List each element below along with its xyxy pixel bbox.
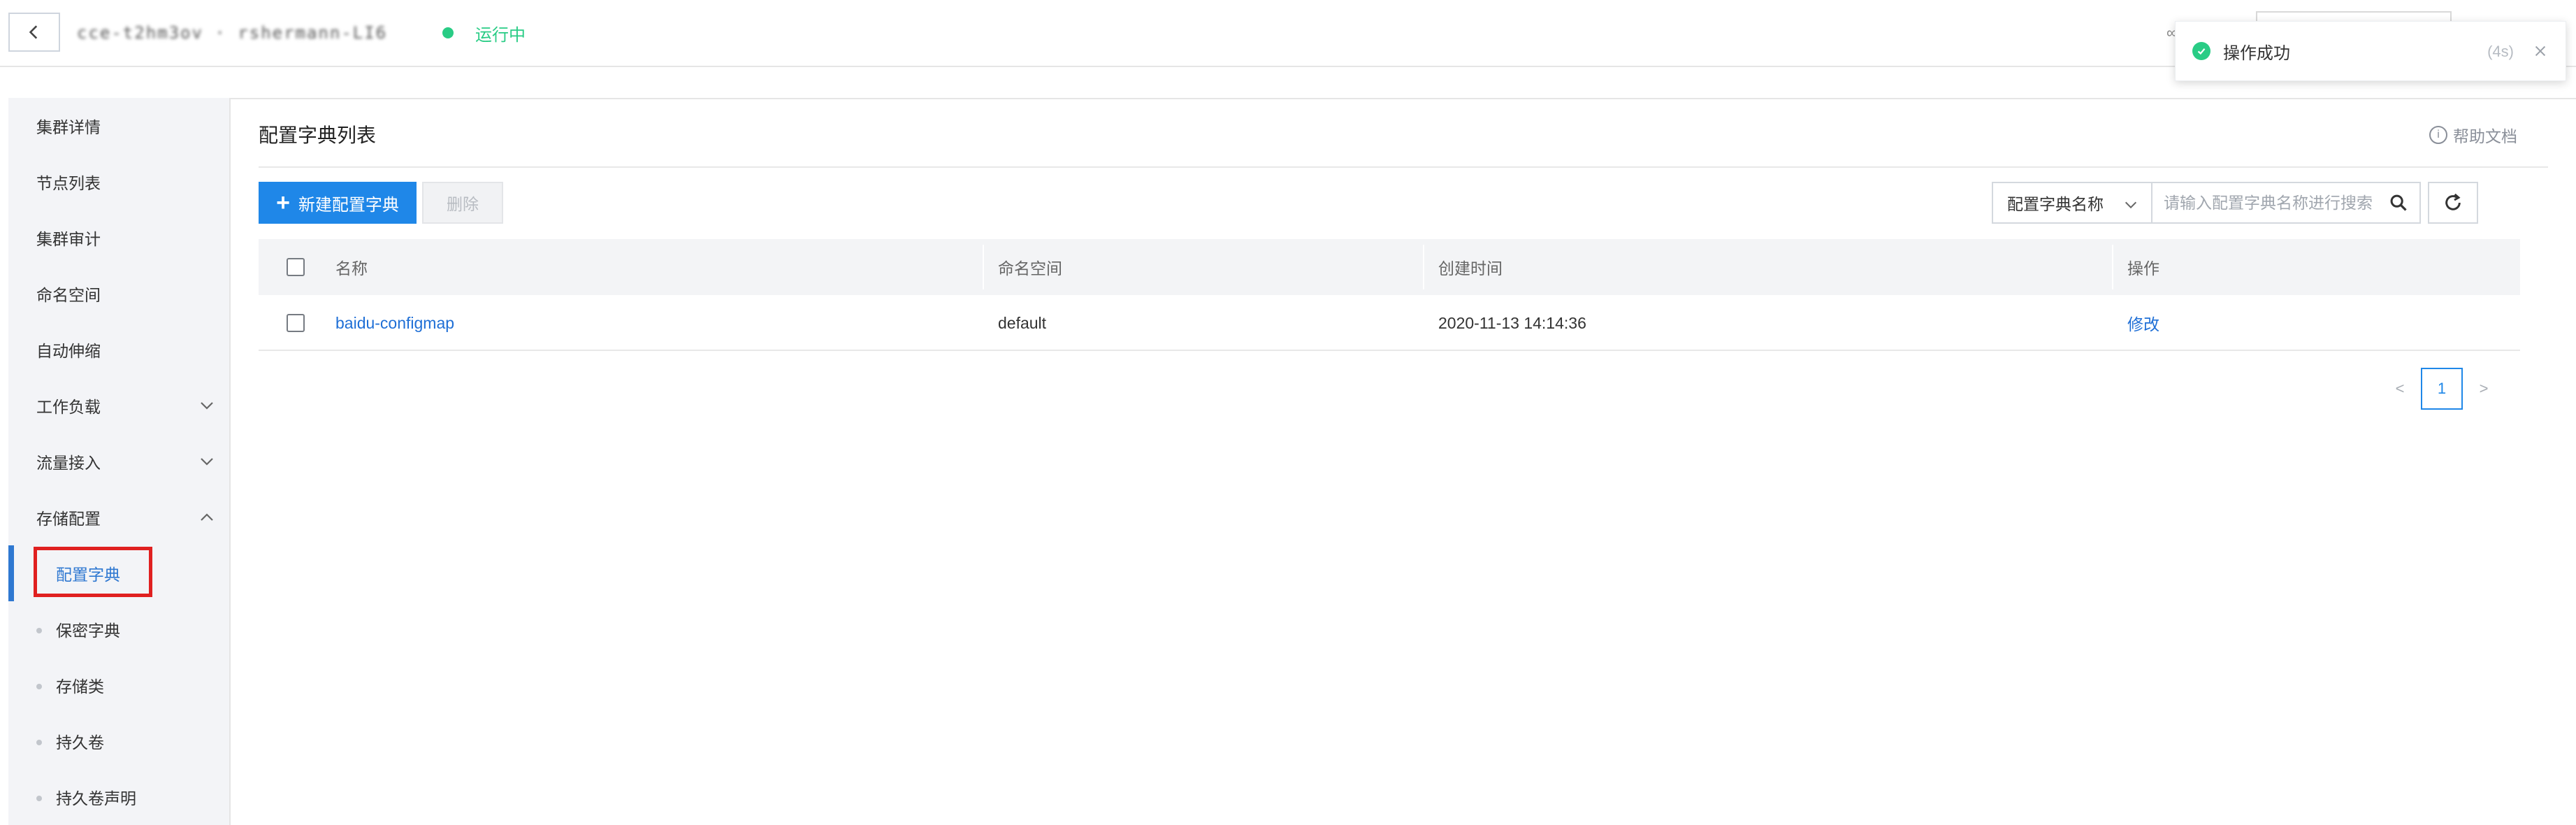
annotation-highlight-box (34, 547, 152, 597)
select-all-cell (287, 239, 305, 295)
chevron-down-icon (201, 458, 213, 466)
main-panel: 配置字典列表 i 帮助文档 + 新建配置字典 删除 配置字典名称 名称 命名空间… (231, 98, 2576, 825)
namespace-cell: default (998, 313, 1047, 332)
table-header: 名称 命名空间 创建时间 操作 (259, 239, 2520, 295)
row-select-cell (287, 295, 305, 351)
column-header-namespace: 命名空间 (998, 259, 1062, 278)
bullet-icon (36, 740, 42, 745)
refresh-button[interactable] (2428, 182, 2478, 224)
column-header-created: 创建时间 (1438, 259, 1503, 278)
refresh-icon (2445, 193, 2461, 210)
search-icon (2390, 194, 2407, 211)
bullet-icon (36, 628, 42, 633)
column-header-name: 名称 (335, 259, 368, 278)
plus-icon: + (276, 189, 290, 216)
success-check-icon (2192, 42, 2210, 60)
search-input[interactable] (2151, 182, 2378, 224)
title-divider (259, 166, 2548, 168)
column-separator (1423, 245, 1424, 289)
prev-page-button[interactable]: < (2386, 368, 2414, 410)
row-checkbox[interactable] (287, 314, 305, 332)
sidebar-subitem-storageclass[interactable]: 存储类 (8, 657, 231, 713)
close-icon (2535, 45, 2546, 57)
search-button[interactable] (2378, 182, 2421, 224)
cluster-name: cce-t2hm3ov · rshermann-LI6 (77, 23, 388, 43)
sidebar-item-workloads[interactable]: 工作负载 (8, 378, 231, 433)
edit-link[interactable]: 修改 (2127, 295, 2159, 351)
sidebar-item-autoscaling[interactable]: 自动伸缩 (8, 322, 231, 378)
sidebar-item-storage[interactable]: 存储配置 (8, 489, 231, 545)
toast-timer: (4s) (2487, 43, 2514, 60)
chevron-down-icon (2125, 201, 2137, 209)
info-icon: i (2429, 126, 2447, 144)
page-title: 配置字典列表 (259, 124, 377, 146)
back-button[interactable] (8, 13, 60, 52)
column-separator (2112, 245, 2113, 289)
select-all-checkbox[interactable] (287, 258, 305, 276)
bullet-icon (36, 796, 42, 801)
toast-message: 操作成功 (2223, 43, 2290, 63)
help-docs-link[interactable]: i 帮助文档 (2429, 123, 2517, 147)
toast-close-button[interactable] (2531, 41, 2550, 61)
success-toast: 操作成功 (4s) (2175, 21, 2566, 81)
page-number-current[interactable]: 1 (2421, 368, 2463, 410)
chevron-left-icon (29, 25, 38, 39)
sidebar-item-node-list[interactable]: 节点列表 (8, 154, 231, 210)
sidebar-subitem-pvc[interactable]: 持久卷声明 (8, 769, 231, 825)
pagination: < 1 > (2386, 368, 2498, 410)
search-field-select[interactable]: 配置字典名称 (1992, 182, 2151, 224)
delete-button[interactable]: 删除 (422, 182, 503, 224)
sidebar-item-traffic[interactable]: 流量接入 (8, 433, 231, 489)
cluster-status: 运行中 (475, 26, 526, 45)
create-configmap-button[interactable]: + 新建配置字典 (259, 182, 417, 224)
chevron-down-icon (201, 402, 213, 410)
column-header-action: 操作 (2127, 259, 2159, 278)
configmap-name-link[interactable]: baidu-configmap (335, 295, 454, 351)
sidebar-subitem-pv[interactable]: 持久卷 (8, 713, 231, 769)
column-separator (983, 245, 984, 289)
table-row: baidu-configmap default 2020-11-13 14:14… (259, 295, 2520, 351)
next-page-button[interactable]: > (2470, 368, 2498, 410)
bullet-icon (36, 684, 42, 689)
sidebar-item-cluster-audit[interactable]: 集群审计 (8, 210, 231, 266)
configmap-table: 名称 命名空间 创建时间 操作 baidu-configmap default … (259, 239, 2520, 351)
sidebar-item-namespace[interactable]: 命名空间 (8, 266, 231, 322)
created-time-cell: 2020-11-13 14:14:36 (1438, 313, 1586, 332)
sidebar-subitem-secret[interactable]: 保密字典 (8, 601, 231, 657)
status-dot-icon (442, 27, 454, 38)
sidebar-item-cluster-detail[interactable]: 集群详情 (8, 98, 231, 154)
chevron-up-icon (201, 513, 213, 521)
sidebar: 集群详情 节点列表 集群审计 命名空间 自动伸缩 工作负载 流量接入 存储配置 … (8, 98, 231, 825)
